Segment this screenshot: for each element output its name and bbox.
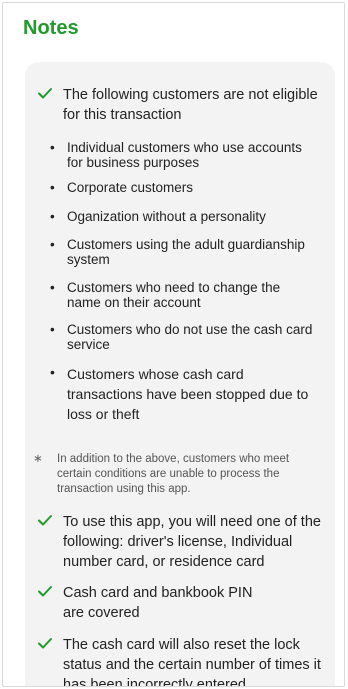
requirement-text: The cash card will also reset the lock s… <box>63 637 321 687</box>
notes-screen: Notes The following customers are not el… <box>2 2 345 687</box>
list-item: • Customers who do not use the cash card… <box>50 322 313 352</box>
list-item: • Customers who need to change the name … <box>50 280 281 310</box>
note-text: In addition to the above, customers who … <box>57 453 290 495</box>
bullet-dot-icon: • <box>50 237 55 252</box>
list-item: • Customers using the adult guardianship… <box>50 237 305 267</box>
asterisk-icon: ∗ <box>33 453 43 465</box>
requirement-text: Cash card and bankbook PIN are covered <box>63 585 253 621</box>
check-icon <box>38 515 52 526</box>
intro-text: The following customers are not eligible… <box>63 87 318 123</box>
bullet-dot-icon: • <box>50 140 55 155</box>
check-icon <box>38 88 52 99</box>
bullet-dot-icon: • <box>50 180 55 195</box>
check-icon <box>38 638 52 649</box>
bullet-dot-icon: • <box>50 322 55 337</box>
bullet-dot-icon: • <box>50 209 55 224</box>
check-icon <box>38 586 52 597</box>
list-item: • Corporate customers <box>50 180 194 195</box>
list-item: • Customers whose cash card transactions… <box>50 364 309 422</box>
list-item: • Individual customers who use accounts … <box>50 140 302 170</box>
page-title: Notes <box>23 17 79 39</box>
bullet-dot-icon: • <box>50 280 55 295</box>
requirement-text: To use this app, you will need one of th… <box>63 514 321 570</box>
bullet-dot-icon: • <box>50 364 55 380</box>
list-item: • Oganization without a personality <box>50 209 266 224</box>
